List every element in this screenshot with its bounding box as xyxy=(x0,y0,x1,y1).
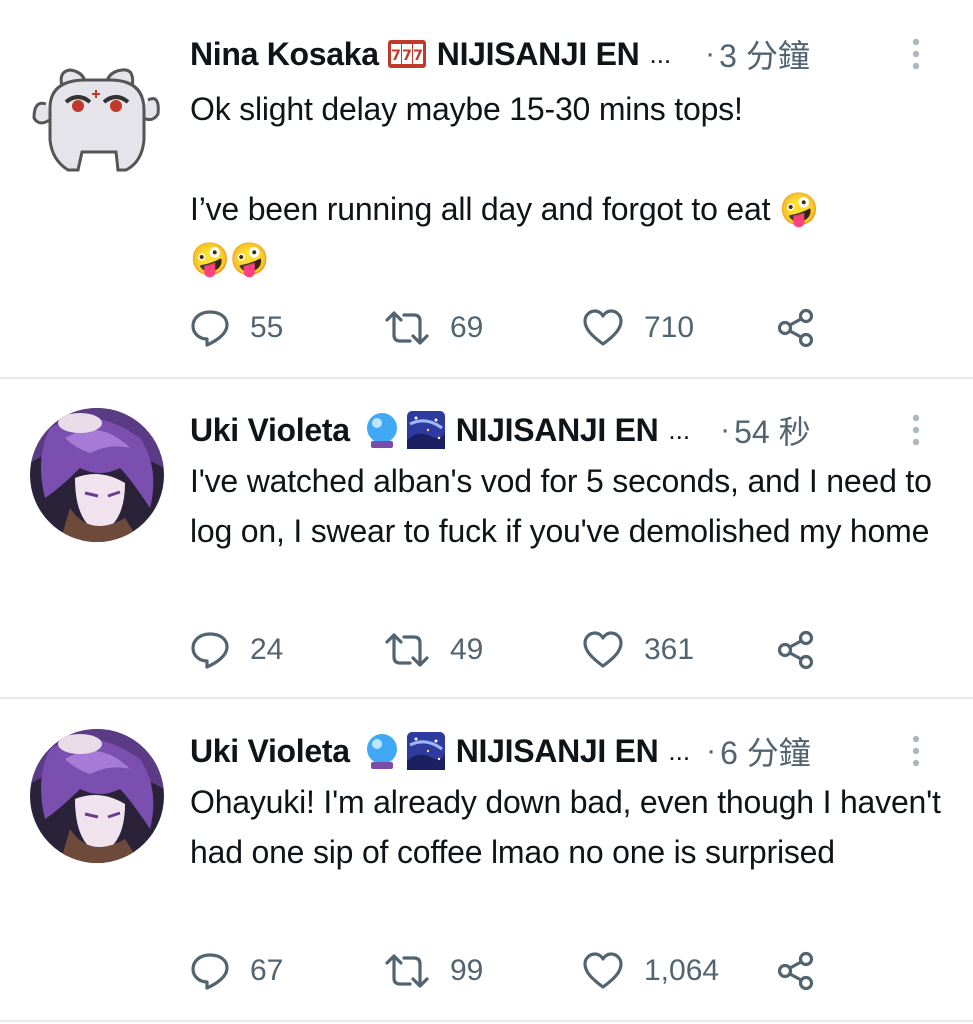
name-truncation: ... xyxy=(668,414,691,445)
retweet-count: 99 xyxy=(450,954,484,987)
avatar[interactable] xyxy=(30,408,164,542)
like-button[interactable]: 710 xyxy=(582,308,694,348)
reply-count: 67 xyxy=(250,954,284,987)
author-affiliation[interactable]: NIJISANJI EN xyxy=(456,412,659,449)
tweet[interactable]: Uki Violeta NIJISANJI EN ... · 6 分鐘 Ohay… xyxy=(0,727,973,1017)
author-affiliation[interactable]: NIJISANJI EN xyxy=(456,733,659,770)
retweet-button[interactable]: 69 xyxy=(384,308,483,348)
retweet-button[interactable]: 99 xyxy=(384,951,483,991)
tweet-divider xyxy=(0,697,973,699)
reply-icon xyxy=(190,951,230,991)
share-button[interactable] xyxy=(776,951,816,991)
share-button[interactable] xyxy=(776,630,816,670)
crystal-ball-emoji xyxy=(362,731,402,771)
tweet-text: I've watched alban's vod for 5 seconds, … xyxy=(190,463,932,549)
retweet-count: 49 xyxy=(450,633,484,666)
reply-icon xyxy=(190,308,230,348)
tweet-text: Ok slight delay maybe 15-30 mins tops! I… xyxy=(190,84,950,284)
retweet-icon xyxy=(384,308,430,348)
more-icon[interactable] xyxy=(908,733,924,769)
author-affiliation[interactable]: NIJISANJI EN xyxy=(437,36,640,73)
tweet-header: Nina Kosaka NIJISANJI EN ... · 3 分鐘 xyxy=(190,30,810,78)
avatar[interactable] xyxy=(26,44,166,184)
retweet-count: 69 xyxy=(450,311,484,344)
like-icon xyxy=(582,630,624,670)
author-name[interactable]: Nina Kosaka xyxy=(190,36,379,73)
retweet-icon xyxy=(384,951,430,991)
separator-dot: · xyxy=(720,413,731,446)
reply-button[interactable]: 67 xyxy=(190,951,283,991)
uki-avatar-image xyxy=(30,729,164,863)
slot-machine-emoji xyxy=(387,34,427,74)
night-sky-emoji xyxy=(406,410,446,450)
crystal-ball-emoji xyxy=(362,410,402,450)
name-truncation: ... xyxy=(649,38,672,69)
share-icon xyxy=(776,951,816,991)
retweet-button[interactable]: 49 xyxy=(384,630,483,670)
more-icon[interactable] xyxy=(908,36,924,72)
avatar[interactable] xyxy=(30,729,164,863)
tweet-text-line: 🤪🤪 xyxy=(190,241,270,277)
more-icon[interactable] xyxy=(908,412,924,448)
separator-dot: · xyxy=(705,37,716,70)
author-name[interactable]: Uki Violeta xyxy=(190,733,350,770)
like-icon xyxy=(582,951,624,991)
reply-count: 55 xyxy=(250,311,284,344)
like-button[interactable]: 1,064 xyxy=(582,951,719,991)
tweet[interactable]: Uki Violeta NIJISANJI EN ... · 54 秒 I've… xyxy=(0,406,973,696)
tweet-header: Uki Violeta NIJISANJI EN ... · 54 秒 xyxy=(190,406,811,454)
separator-dot: · xyxy=(706,734,717,767)
reply-icon xyxy=(190,630,230,670)
timestamp[interactable]: 3 分鐘 xyxy=(719,31,810,77)
share-button[interactable] xyxy=(776,308,816,348)
tweet-divider xyxy=(0,1020,973,1022)
tweet-header: Uki Violeta NIJISANJI EN ... · 6 分鐘 xyxy=(190,727,811,775)
timestamp[interactable]: 6 分鐘 xyxy=(720,728,811,774)
like-count: 710 xyxy=(644,311,695,344)
tweet-text: Ohayuki! I'm already down bad, even thou… xyxy=(190,784,941,870)
share-icon xyxy=(776,308,816,348)
like-button[interactable]: 361 xyxy=(582,630,694,670)
timestamp[interactable]: 54 秒 xyxy=(734,407,811,453)
like-icon xyxy=(582,308,624,348)
tweet[interactable]: Nina Kosaka NIJISANJI EN ... · 3 分鐘 Ok s… xyxy=(0,30,973,370)
author-name[interactable]: Uki Violeta xyxy=(190,412,350,449)
like-count: 1,064 xyxy=(644,954,720,987)
tweet-text-line: I’ve been running all day and forgot to … xyxy=(190,191,819,227)
night-sky-emoji xyxy=(406,731,446,771)
reply-button[interactable]: 24 xyxy=(190,630,283,670)
like-count: 361 xyxy=(644,633,695,666)
tweet-text-line: Ok slight delay maybe 15-30 mins tops! xyxy=(190,91,743,127)
retweet-icon xyxy=(384,630,430,670)
name-truncation: ... xyxy=(668,735,691,766)
reply-count: 24 xyxy=(250,633,284,666)
uki-avatar-image xyxy=(30,408,164,542)
reply-button[interactable]: 55 xyxy=(190,308,283,348)
tweet-divider xyxy=(0,377,973,379)
nina-sticker-avatar xyxy=(26,44,166,184)
share-icon xyxy=(776,630,816,670)
